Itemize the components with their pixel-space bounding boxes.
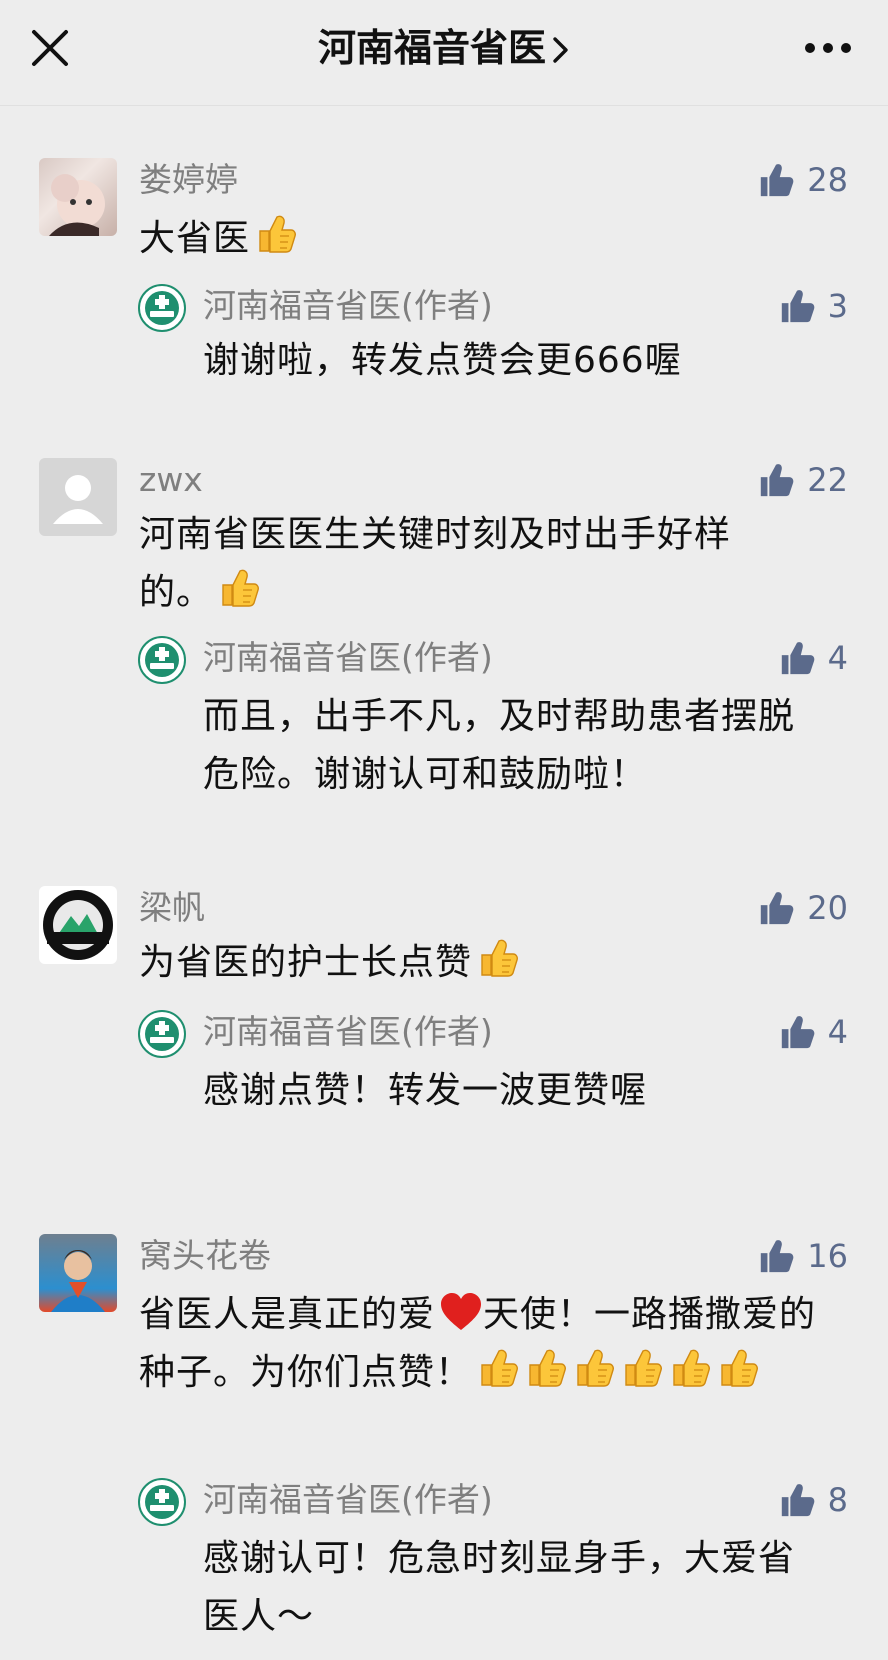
- heart-emoji-icon: [439, 1292, 483, 1332]
- reply-author-name[interactable]: 河南福音省医(作者): [203, 636, 493, 680]
- like-count: 3: [827, 287, 848, 325]
- reply-text: 而且，出手不凡，及时帮助患者摆脱危险。谢谢认可和鼓励啦！: [203, 696, 796, 795]
- top-bar: 河南福音省医: [0, 0, 888, 106]
- thumbs-up-emoji-icon: [572, 1346, 616, 1390]
- thumbs-up-icon: [778, 1481, 816, 1519]
- like-button[interactable]: 3: [778, 284, 848, 328]
- like-count: 4: [827, 639, 848, 677]
- thumbs-up-emoji-icon: [476, 936, 520, 980]
- thumbs-up-icon: [778, 1013, 816, 1051]
- thumbs-up-icon: [778, 639, 816, 677]
- reply-text: 感谢点赞！转发一波更赞喔: [203, 1070, 648, 1111]
- more-icon[interactable]: [804, 40, 852, 54]
- thumbs-up-icon: [757, 889, 795, 927]
- thumbs-up-emoji-icon: [254, 212, 298, 256]
- comment-text: 省医人是真正的爱 天使！一路播撒爱的种子。为你们点赞！: [139, 1292, 817, 1393]
- commenter-name[interactable]: 窝头花卷: [139, 1234, 271, 1278]
- thumbs-up-emoji-icon: [620, 1346, 664, 1390]
- like-button[interactable]: 20: [757, 886, 848, 930]
- reply-author-name[interactable]: 河南福音省医(作者): [203, 284, 493, 328]
- hospital-logo-icon: [138, 1478, 186, 1526]
- like-count: 8: [827, 1481, 848, 1519]
- thumbs-up-emoji-icon: [217, 566, 261, 610]
- commenter-name[interactable]: zwx: [139, 458, 203, 502]
- reply-text: 谢谢啦，转发点赞会更666喔: [203, 340, 682, 381]
- comment-text: 河南省医医生关键时刻及时出手好样的。: [139, 514, 732, 613]
- thumbs-up-icon: [757, 161, 795, 199]
- thumbs-up-emoji-icon: [476, 1346, 520, 1390]
- like-button[interactable]: 4: [778, 636, 848, 680]
- page-title-link[interactable]: 河南福音省医: [0, 22, 888, 77]
- like-count: 4: [827, 1013, 848, 1051]
- avatar[interactable]: [39, 458, 117, 536]
- comment-text: 大省医: [139, 210, 849, 268]
- commenter-name[interactable]: 梁帆: [139, 886, 205, 930]
- thumbs-up-icon: [778, 287, 816, 325]
- reply-author-name[interactable]: 河南福音省医(作者): [203, 1010, 493, 1054]
- like-count: 28: [807, 161, 848, 199]
- like-button[interactable]: 8: [778, 1478, 848, 1522]
- commenter-name[interactable]: 娄婷婷: [139, 158, 238, 202]
- reply-text: 感谢认可！危急时刻显身手，大爱省医人～: [203, 1538, 796, 1637]
- like-button[interactable]: 4: [778, 1010, 848, 1054]
- hospital-logo-icon: [138, 1010, 186, 1058]
- thumbs-up-emoji-icon: [524, 1346, 568, 1390]
- page-title: 河南福音省医: [317, 26, 546, 70]
- like-count: 16: [807, 1237, 848, 1275]
- thumbs-up-icon: [757, 1237, 795, 1275]
- avatar[interactable]: [39, 158, 117, 236]
- avatar[interactable]: [39, 1234, 117, 1312]
- like-count: 22: [807, 461, 848, 499]
- hospital-logo-icon: [138, 284, 186, 332]
- thumbs-up-icon: [757, 461, 795, 499]
- avatar[interactable]: [39, 886, 117, 964]
- thumbs-up-emoji-icon: [716, 1346, 760, 1390]
- like-button[interactable]: 22: [757, 458, 848, 502]
- like-count: 20: [807, 889, 848, 927]
- chevron-right-icon: [552, 25, 570, 77]
- hospital-logo-icon: [138, 636, 186, 684]
- like-button[interactable]: 28: [757, 158, 848, 202]
- reply-author-name[interactable]: 河南福音省医(作者): [203, 1478, 493, 1522]
- comment-text: 为省医的护士长点赞: [139, 934, 849, 992]
- like-button[interactable]: 16: [757, 1234, 848, 1278]
- thumbs-up-emoji-icon: [668, 1346, 712, 1390]
